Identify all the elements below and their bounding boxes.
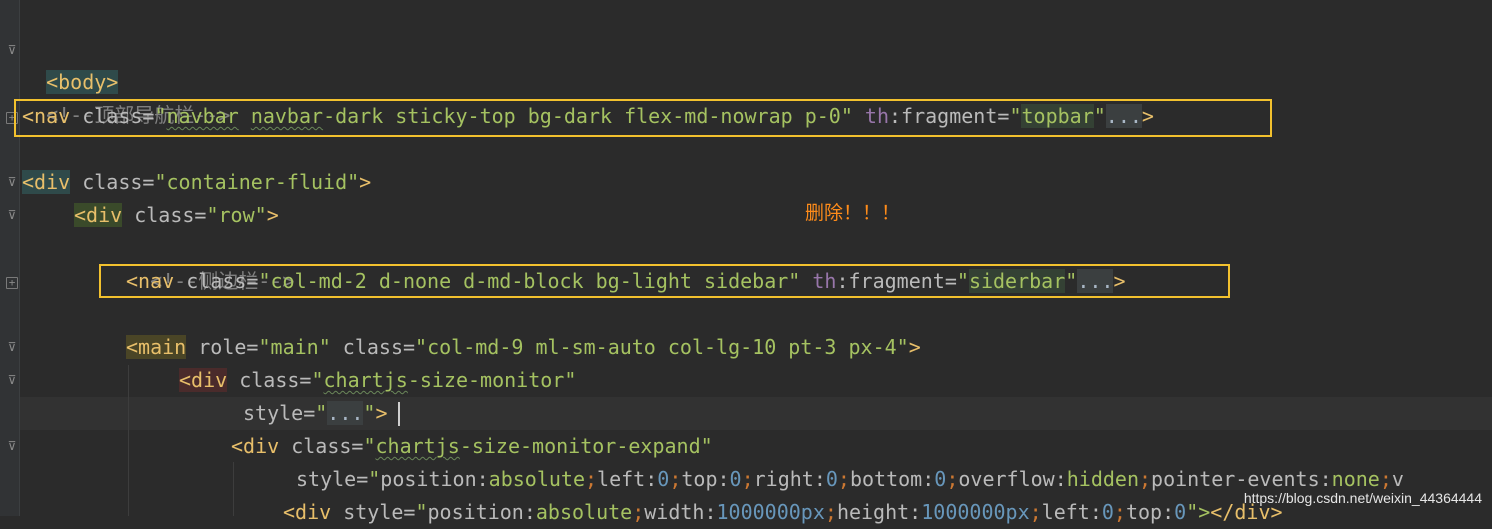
div-tag-open: <div [22, 170, 71, 194]
main-tag-open: <main [126, 335, 187, 359]
attr-value-rest: -size-monitor" [407, 368, 577, 392]
quote: " [363, 434, 376, 458]
tag-close: > [359, 170, 372, 194]
css-value: hidden [1066, 467, 1139, 491]
tag-close: > [908, 335, 921, 359]
fold-expand-icon[interactable]: + [6, 277, 18, 289]
quote-open: " [315, 401, 328, 425]
css-sep: ; [1138, 467, 1152, 491]
div-tag-open: <div [179, 368, 228, 392]
tag-close: > [266, 203, 279, 227]
attr-style: style= [243, 401, 316, 425]
attr-value: "col-md-9 ml-sm-auto col-lg-10 pt-3 px-4… [415, 335, 909, 359]
current-line-highlight [20, 397, 1492, 430]
css-value: 0 [1101, 500, 1114, 524]
code-line[interactable]: <div class="chartjs-size-monitor-expand" [231, 430, 713, 463]
css-value: none [1331, 467, 1380, 491]
css-prop: left: [1041, 500, 1102, 524]
css-prop: right: [753, 467, 826, 491]
css-value: absolute [535, 500, 633, 524]
css-value: 0 [825, 467, 838, 491]
css-prop: overflow: [958, 467, 1067, 491]
attr-class: class= [291, 434, 364, 458]
fold-collapse-icon[interactable]: ⊽ [6, 439, 18, 453]
css-value: 0 [729, 467, 742, 491]
attr-class: class= [342, 335, 416, 359]
attr-value: "container-fluid" [154, 170, 360, 194]
gutter-divider [19, 0, 20, 516]
css-sep: ; [824, 500, 837, 524]
css-value: 0 [657, 467, 670, 491]
code-line[interactable]: <div class="chartjs-size-monitor" [179, 364, 576, 397]
attr-class: class= [239, 368, 312, 392]
css-sep: ; [837, 467, 850, 491]
fold-collapse-icon[interactable]: ⊽ [6, 373, 18, 387]
css-prop: top: [681, 467, 730, 491]
css-value: 1000000px [921, 500, 1030, 524]
highlight-box-topbar [14, 99, 1272, 137]
css-value: absolute [488, 467, 585, 491]
attr-role: role= [198, 335, 259, 359]
watermark: https://blog.csdn.net/weixin_44364444 [1243, 490, 1482, 506]
code-line[interactable]: <main role="main" class="col-md-9 ml-sm-… [126, 331, 921, 364]
attr-value: "row" [206, 203, 267, 227]
attr-class: class= [82, 170, 155, 194]
highlight-box-sidebar [99, 264, 1230, 298]
code-line[interactable]: style="position:absolute;left:0;top:0;ri… [296, 463, 1404, 496]
css-prop: left: [597, 467, 658, 491]
attr-value-word: chartjs [375, 434, 460, 458]
css-prop: position: [380, 467, 489, 491]
attr-style: style= [343, 500, 416, 524]
div-tag-open: <div [283, 500, 332, 524]
attr-class: class= [134, 203, 207, 227]
css-prop: top: [1125, 500, 1175, 524]
css-sep: ; [1113, 500, 1126, 524]
quote-close: "> [1186, 500, 1211, 524]
code-line[interactable]: <!--侧边栏--> [126, 232, 294, 293]
css-prop: height: [836, 500, 922, 524]
quote: " [415, 500, 428, 524]
code-line[interactable]: <div class="container-fluid"> [22, 166, 371, 199]
folded-region[interactable]: ... [327, 401, 364, 425]
text-caret [398, 402, 400, 426]
code-line[interactable]: <body> [22, 33, 119, 94]
css-prop: v [1391, 467, 1404, 491]
css-sep: ; [585, 467, 598, 491]
css-value: 1000000px [716, 500, 825, 524]
css-prop: bottom: [849, 467, 935, 491]
fold-collapse-icon[interactable]: ⊽ [6, 208, 18, 222]
attr-value-rest: -size-monitor-expand" [459, 434, 713, 458]
fold-collapse-icon[interactable]: ⊽ [6, 175, 18, 189]
css-prop: pointer-events: [1151, 467, 1332, 491]
code-line[interactable]: <div style="position:absolute;width:1000… [283, 496, 1283, 529]
tag-close: > [375, 401, 388, 425]
css-prop: width: [644, 500, 717, 524]
attr-value: "main" [258, 335, 331, 359]
attr-style: style= [296, 467, 369, 491]
quote: " [368, 467, 381, 491]
css-sep: ; [1379, 467, 1392, 491]
fold-collapse-icon[interactable]: ⊽ [6, 340, 18, 354]
css-sep: ; [946, 467, 959, 491]
css-value: 0 [1174, 500, 1187, 524]
delete-annotation: 删除！！！ [805, 202, 901, 224]
code-line[interactable]: <div class="row"> [74, 199, 279, 232]
fold-collapse-icon[interactable]: ⊽ [6, 43, 18, 57]
css-sep: ; [669, 467, 682, 491]
quote-close: " [363, 401, 376, 425]
css-value: 0 [934, 467, 947, 491]
indent-guide [128, 365, 129, 516]
attr-value-word: chartjs [323, 368, 408, 392]
css-sep: ; [632, 500, 645, 524]
quote: " [311, 368, 324, 392]
css-sep: ; [741, 467, 754, 491]
css-prop: position: [427, 500, 536, 524]
code-line[interactable]: <!--顶部导航栏--> [22, 66, 230, 127]
div-tag-open: <div [74, 203, 123, 227]
div-tag-open: <div [231, 434, 280, 458]
css-sep: ; [1029, 500, 1042, 524]
code-line-current[interactable]: style="..."> [243, 397, 388, 430]
indent-guide [233, 462, 234, 516]
